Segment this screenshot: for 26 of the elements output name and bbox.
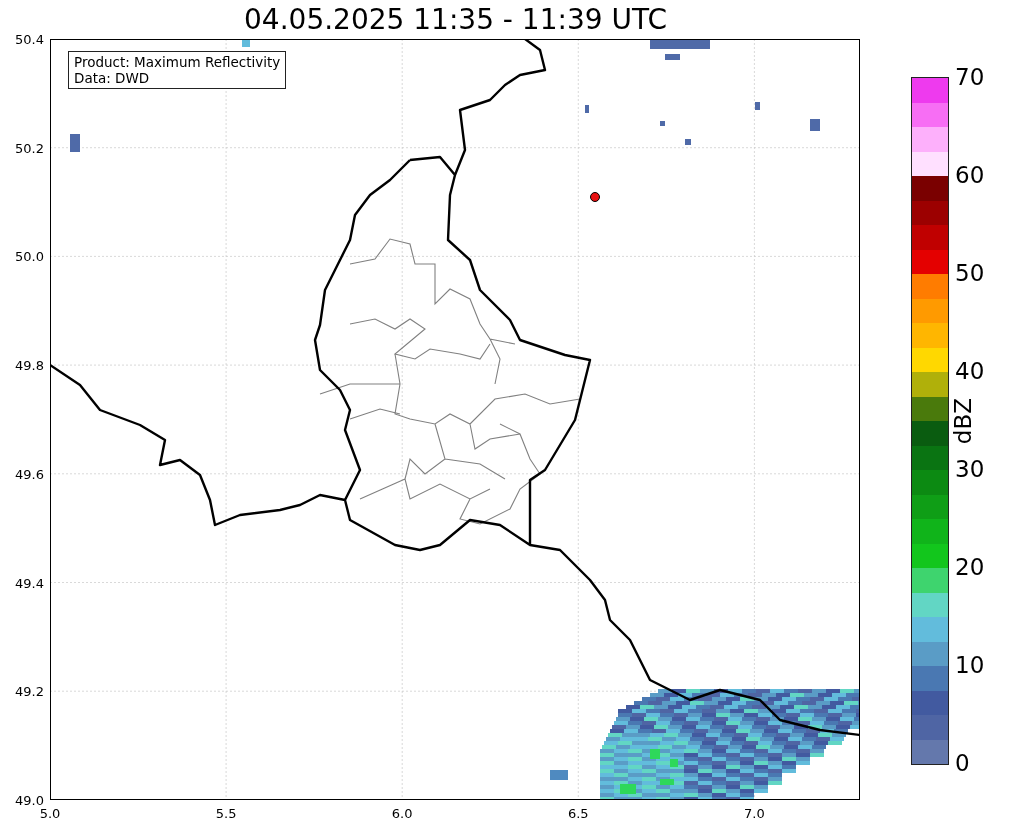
location-marker xyxy=(590,192,600,202)
axis-tick-label: 5.5 xyxy=(215,806,237,821)
axis-tick-label: 49.4 xyxy=(15,575,44,590)
axis-tick-label: 49.0 xyxy=(15,792,44,808)
legend-text: Product: Maximum Reflectivity xyxy=(74,54,281,70)
axis-tick-label: 50.2 xyxy=(15,140,44,156)
axis-tick-label: 50.0 xyxy=(15,248,44,264)
axis-tick-label: 49.6 xyxy=(15,466,44,482)
colorbar-tick-label: 10 xyxy=(955,652,985,678)
colorbar-tick-label: 50 xyxy=(955,260,985,286)
chart-title: 04.05.2025 11:35 - 11:39 UTC xyxy=(243,2,668,38)
colorbar-tick-label: 60 xyxy=(955,162,985,188)
axis-tick-label: 50.4 xyxy=(15,31,44,47)
colorbar-tick-label: 20 xyxy=(955,554,985,580)
axis-tick-label: 6.0 xyxy=(391,806,413,821)
colorbar-tick-label: 0 xyxy=(955,750,970,776)
axis-tick-label: 49.8 xyxy=(15,357,44,373)
axis-tick-label: 7.0 xyxy=(744,806,765,821)
legend-text: Data: DWD xyxy=(74,70,151,86)
colorbar-tick-label: 70 xyxy=(955,64,985,90)
axis-tick-label: 6.5 xyxy=(567,806,589,821)
colorbar-tick-label: 40 xyxy=(955,358,985,384)
colorbar-label: dBZ xyxy=(950,398,976,445)
axis-tick-label: 5.0 xyxy=(39,806,61,821)
colorbar-tick-label: 30 xyxy=(955,456,985,482)
axis-tick-label: 49.2 xyxy=(15,683,44,699)
